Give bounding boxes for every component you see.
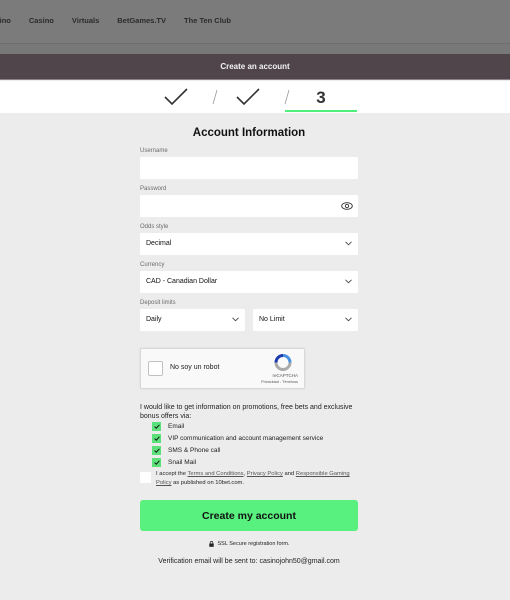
checkbox-checked[interactable] bbox=[152, 446, 161, 455]
odds-style-select[interactable]: Decimal bbox=[140, 233, 358, 255]
eye-icon[interactable] bbox=[341, 202, 353, 210]
username-input[interactable] bbox=[140, 157, 358, 179]
currency-select[interactable]: CAD - Canadian Dollar bbox=[140, 271, 358, 293]
recaptcha-logo-icon bbox=[274, 354, 292, 371]
deposit-amount-value: No Limit bbox=[259, 316, 285, 323]
promo-option-label: Snail Mail bbox=[168, 459, 197, 466]
nav-live-casino[interactable]: Live casino bbox=[0, 16, 11, 25]
lock-icon bbox=[208, 541, 214, 547]
deposit-period-select[interactable]: Daily bbox=[140, 309, 245, 331]
form-title: Account Information bbox=[192, 127, 306, 139]
ssl-notice: SSL Secure registration form. bbox=[140, 541, 358, 547]
promo-option-vip[interactable]: VIP communication and account management… bbox=[152, 434, 323, 443]
odds-style-label: Odds style bbox=[140, 224, 169, 230]
step-indicator: 3 bbox=[0, 81, 510, 113]
terms-prefix: I accept the bbox=[156, 471, 188, 477]
verification-email-text: Verification email will be sent to: casi… bbox=[158, 558, 340, 565]
step-3-current: 3 bbox=[285, 81, 357, 113]
promo-option-snail-mail[interactable]: Snail Mail bbox=[152, 458, 196, 467]
recaptcha-links[interactable]: Privacidad - Términos bbox=[261, 380, 298, 384]
step-separator bbox=[212, 89, 218, 105]
checkbox-checked[interactable] bbox=[152, 422, 161, 431]
top-navigation: Live casino Casino Virtuals BetGames.TV … bbox=[0, 0, 510, 44]
checkbox-checked[interactable] bbox=[152, 458, 161, 467]
privacy-policy-link[interactable]: Privacy Policy bbox=[247, 471, 283, 477]
nav-the-ten-club[interactable]: The Ten Club bbox=[184, 16, 231, 25]
chevron-down-icon bbox=[345, 317, 352, 322]
chevron-down-icon bbox=[232, 317, 239, 322]
ssl-text: SSL Secure registration form. bbox=[217, 541, 290, 547]
top-navigation-subbar bbox=[0, 44, 510, 54]
terms-text: I accept the Terms and Conditions, Priva… bbox=[156, 470, 361, 488]
deposit-limits-label: Deposit limits bbox=[140, 300, 176, 306]
step-number: 3 bbox=[316, 88, 326, 107]
nav-casino[interactable]: Casino bbox=[29, 16, 54, 25]
check-icon bbox=[153, 424, 160, 429]
promo-option-label: Email bbox=[168, 423, 185, 430]
promo-option-label: VIP communication and account management… bbox=[168, 435, 324, 442]
recaptcha-label: No soy un robot bbox=[170, 364, 220, 371]
deposit-amount-select[interactable]: No Limit bbox=[253, 309, 358, 331]
step-1 bbox=[160, 81, 192, 113]
checkbox-checked[interactable] bbox=[152, 434, 161, 443]
step-2 bbox=[232, 81, 264, 113]
check-icon bbox=[153, 448, 160, 453]
odds-style-value: Decimal bbox=[146, 240, 172, 247]
chevron-down-icon bbox=[345, 241, 352, 246]
modal-header: Create an account bbox=[0, 54, 510, 80]
nav-virtuals[interactable]: Virtuals bbox=[72, 16, 99, 25]
check-icon bbox=[153, 460, 160, 465]
password-input[interactable] bbox=[140, 195, 358, 217]
terms-separator: and bbox=[282, 471, 296, 477]
currency-value: CAD - Canadian Dollar bbox=[146, 278, 218, 285]
terms-and-conditions-link[interactable]: Terms and Conditions bbox=[187, 471, 243, 477]
deposit-period-value: Daily bbox=[146, 316, 162, 323]
chevron-down-icon bbox=[345, 279, 352, 284]
create-account-button[interactable]: Create my account bbox=[140, 500, 358, 531]
recaptcha-checkbox[interactable] bbox=[148, 361, 163, 376]
modal-title: Create an account bbox=[220, 62, 290, 71]
password-label: Password bbox=[140, 186, 167, 192]
recaptcha-brand: reCAPTCHA bbox=[272, 373, 298, 378]
promo-option-label: SMS & Phone call bbox=[168, 447, 221, 454]
promo-option-sms[interactable]: SMS & Phone call bbox=[152, 446, 220, 455]
terms-checkbox[interactable] bbox=[140, 472, 151, 483]
active-step-underline bbox=[285, 110, 357, 112]
username-label: Username bbox=[140, 148, 168, 154]
terms-suffix: as published on 10bet.com. bbox=[171, 480, 244, 486]
nav-betgames-tv[interactable]: BetGames.TV bbox=[117, 16, 166, 25]
check-icon bbox=[153, 436, 160, 441]
check-icon bbox=[164, 88, 188, 106]
check-icon bbox=[236, 88, 260, 106]
recaptcha-widget: No soy un robot reCAPTCHA Privacidad - T… bbox=[140, 348, 305, 389]
promo-option-email[interactable]: Email bbox=[152, 422, 184, 431]
currency-label: Currency bbox=[140, 262, 165, 268]
promo-text: I would like to get information on promo… bbox=[140, 404, 353, 420]
